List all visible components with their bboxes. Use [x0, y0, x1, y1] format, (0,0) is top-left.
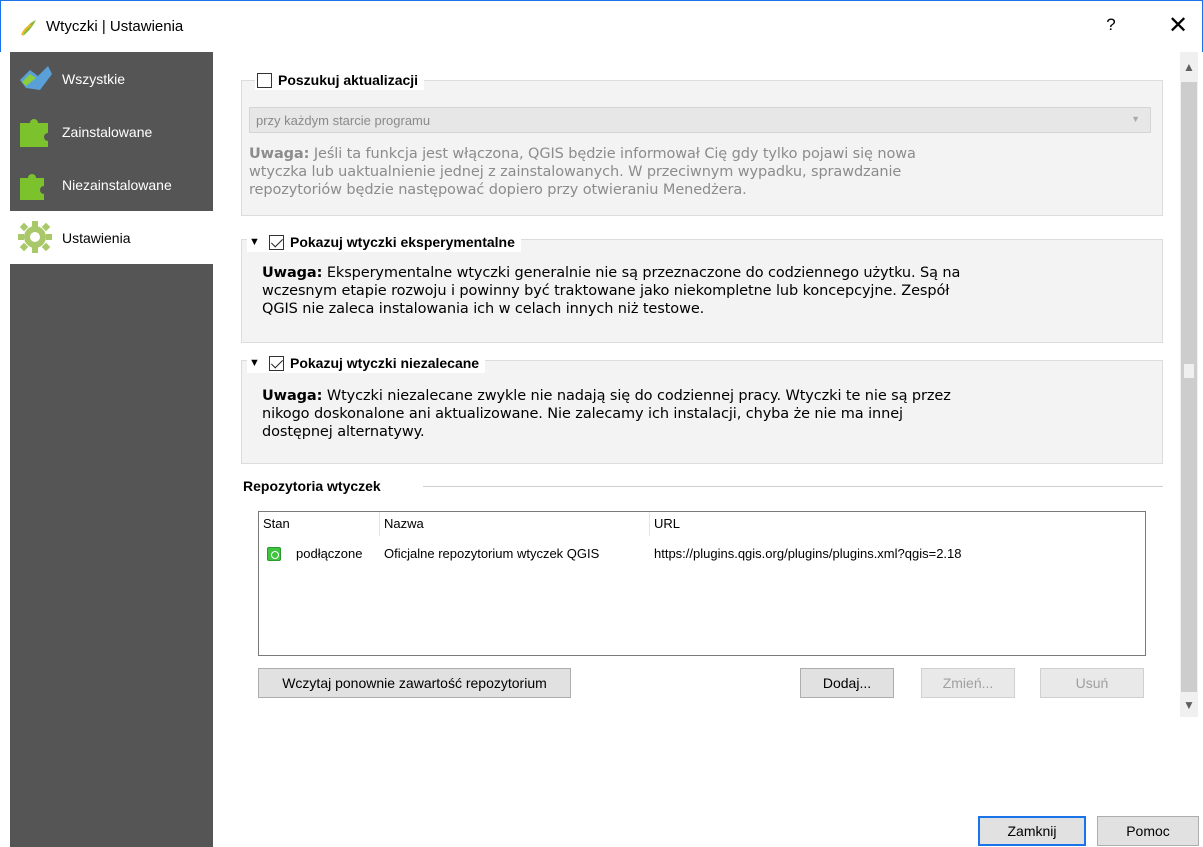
vertical-scrollbar[interactable]: ▲ ▼ — [1180, 52, 1198, 717]
show-deprecated-label: Pokazuj wtyczki niezalecane — [290, 355, 480, 371]
sidebar-item-label: Ustawienia — [62, 230, 131, 246]
column-divider — [649, 512, 650, 536]
row-url: https://plugins.qgis.org/plugins/plugins… — [654, 546, 962, 561]
repositories-section-title: Repozytoria wtyczek — [243, 478, 385, 494]
show-experimental-checkbox[interactable] — [269, 234, 284, 250]
experimental-group: Uwaga: Eksperymentalne wtyczki generalni… — [241, 239, 1163, 343]
note-line: wtyczka lub uaktualnienie jednej z zains… — [249, 164, 902, 180]
note-line: nikogo doskonalone ani aktualizowane. Ni… — [262, 406, 903, 422]
all-plugins-icon — [20, 66, 52, 90]
check-updates-label: Poszukuj aktualizacji — [278, 72, 419, 88]
scroll-up-arrow-icon[interactable]: ▲ — [1180, 60, 1198, 74]
title-bar: Wtyczki | Ustawienia ? ✕ — [0, 0, 1203, 52]
deprecated-checkbox-row[interactable]: ▼ Pokazuj wtyczki niezalecane — [247, 353, 486, 373]
note-line: wczesnym etapie rozwoju i powinny być tr… — [262, 283, 950, 299]
updates-checkbox-row[interactable]: Poszukuj aktualizacji — [255, 70, 425, 90]
sidebar-item-all[interactable]: Wszystkie — [10, 52, 213, 105]
note-line: Wtyczki niezalecane zwykle nie nadają si… — [322, 388, 951, 404]
experimental-checkbox-row[interactable]: ▼ Pokazuj wtyczki eksperymentalne — [247, 232, 521, 252]
window-title: Wtyczki | Ustawienia — [46, 18, 184, 35]
note-line: repozytoriów będzie następować dopiero p… — [249, 182, 747, 198]
experimental-note: Uwaga: Eksperymentalne wtyczki generalni… — [262, 264, 1157, 318]
collapse-triangle-icon[interactable]: ▼ — [249, 236, 263, 248]
installed-plugin-icon — [20, 119, 48, 147]
deprecated-group: Uwaga: Wtyczki niezalecane zwykle nie na… — [241, 360, 1163, 464]
add-repository-button[interactable]: Dodaj... — [800, 668, 894, 698]
scroll-down-arrow-icon[interactable]: ▼ — [1180, 698, 1198, 712]
sidebar-item-label: Niezainstalowane — [62, 177, 172, 193]
note-line: Eksperymentalne wtyczki generalnie nie s… — [322, 265, 961, 281]
scrollbar-thumb[interactable] — [1181, 82, 1197, 692]
qgis-logo-icon — [21, 20, 36, 36]
column-header-url[interactable]: URL — [654, 516, 680, 531]
delete-repository-button[interactable]: Usuń — [1040, 668, 1144, 698]
scrollbar-grip — [1184, 364, 1194, 378]
help-button[interactable]: ? — [1099, 15, 1123, 35]
updates-group: przy każdym starcie programu ▼ Uwaga: Je… — [241, 80, 1163, 216]
column-header-name[interactable]: Nazwa — [384, 516, 424, 531]
not-installed-plugin-icon — [20, 174, 44, 200]
sidebar-item-not-installed[interactable]: Niezainstalowane — [10, 158, 213, 211]
updates-note: Uwaga: Jeśli ta funkcja jest włączona, Q… — [249, 145, 1154, 199]
section-divider — [423, 486, 1163, 487]
connected-status-icon — [267, 547, 281, 561]
sidebar-item-installed[interactable]: Zainstalowane — [10, 105, 213, 158]
edit-repository-button[interactable]: Zmień... — [921, 668, 1015, 698]
settings-panel: przy każdym starcie programu ▼ Uwaga: Je… — [213, 52, 1188, 847]
note-line: QGIS nie zaleca instalowania ich w celac… — [262, 301, 705, 317]
settings-gear-icon — [18, 221, 52, 253]
deprecated-note: Uwaga: Wtyczki niezalecane zwykle nie na… — [262, 387, 1157, 441]
check-updates-checkbox[interactable] — [257, 72, 272, 88]
close-window-button[interactable]: ✕ — [1163, 11, 1193, 40]
show-experimental-label: Pokazuj wtyczki eksperymentalne — [290, 234, 515, 250]
update-frequency-value: przy każdym starcie programu — [256, 113, 431, 128]
row-status: podłączone — [296, 546, 363, 561]
column-header-status[interactable]: Stan — [263, 516, 290, 531]
sidebar: Wszystkie Zainstalowane Niezainstalowane… — [10, 52, 213, 847]
close-dialog-button[interactable]: Zamknij — [978, 816, 1086, 846]
sidebar-item-label: Zainstalowane — [62, 124, 153, 140]
collapse-triangle-icon[interactable]: ▼ — [249, 357, 263, 369]
show-deprecated-checkbox[interactable] — [269, 355, 284, 371]
row-name: Oficjalne repozytorium wtyczek QGIS — [384, 546, 600, 561]
note-line: Jeśli ta funkcja jest włączona, QGIS będ… — [309, 146, 916, 162]
note-line: dostępnej alternatywy. — [262, 424, 425, 440]
repositories-table[interactable]: Stan Nazwa URL podłączone Oficjalne repo… — [258, 511, 1146, 656]
note-label: Uwaga: — [262, 265, 323, 281]
reload-repository-button[interactable]: Wczytaj ponownie zawartość repozytorium — [258, 668, 571, 698]
note-label: Uwaga: — [262, 388, 323, 404]
note-label: Uwaga: — [249, 146, 310, 162]
chevron-down-icon: ▼ — [1131, 114, 1140, 124]
update-frequency-select: przy każdym starcie programu ▼ — [249, 107, 1151, 133]
sidebar-item-settings[interactable]: Ustawienia — [10, 211, 213, 264]
column-divider — [379, 512, 380, 536]
help-dialog-button[interactable]: Pomoc — [1097, 816, 1199, 846]
sidebar-item-label: Wszystkie — [62, 71, 125, 87]
